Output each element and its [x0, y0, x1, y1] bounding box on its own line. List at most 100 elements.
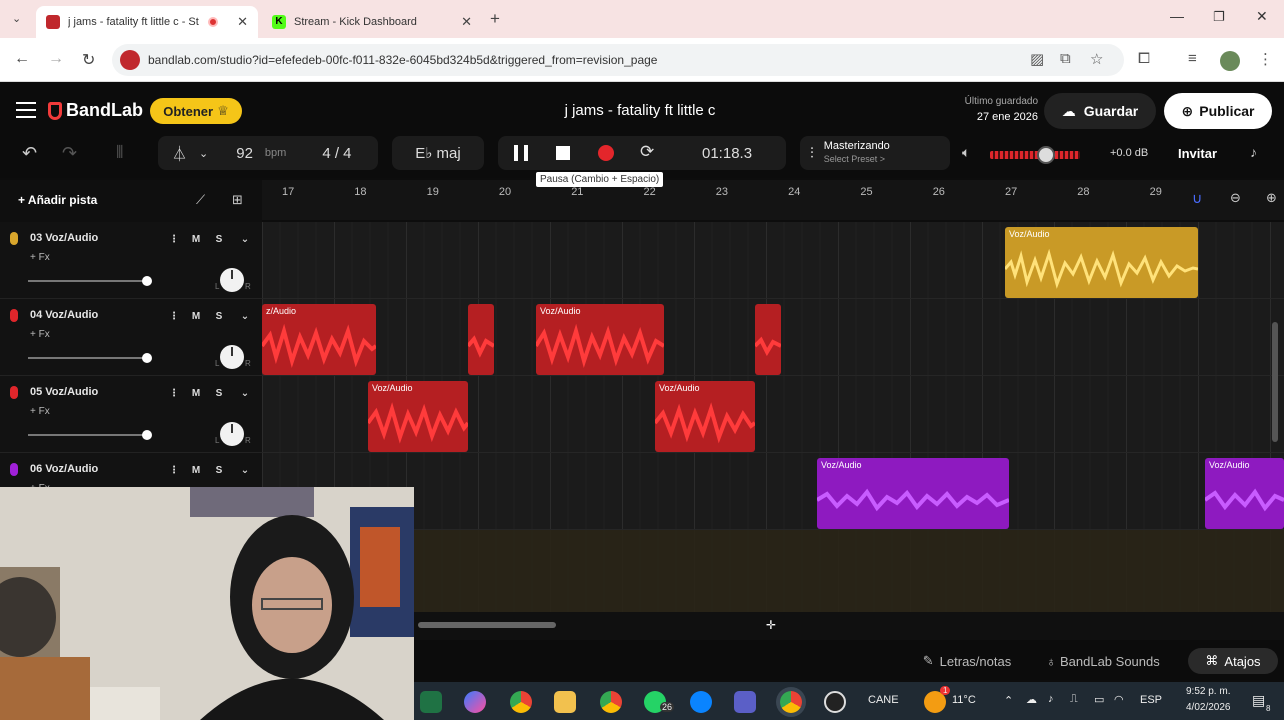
audio-clip[interactable]: Voz/Audio	[817, 458, 1009, 529]
publish-button[interactable]: ⊕ Publicar	[1164, 93, 1272, 129]
mixer-icon[interactable]: ⦀	[116, 143, 123, 163]
menu-kebab-icon[interactable]: ⋮	[1258, 50, 1273, 68]
track-name[interactable]: 06 Voz/Audio	[30, 463, 98, 475]
close-tab-icon[interactable]: ✕	[237, 14, 248, 30]
reload-icon[interactable]: ↻	[82, 50, 95, 70]
track-name[interactable]: 04 Voz/Audio	[30, 309, 98, 321]
translate-icon[interactable]: ▨	[1030, 50, 1044, 68]
mastering-button[interactable]: ⫶ Masterizando Select Preset >	[800, 136, 950, 170]
solo-button[interactable]: S	[210, 230, 228, 248]
track-lane-03[interactable]: Voz/Audio	[262, 222, 1284, 299]
chevron-down-icon[interactable]: ⌄	[236, 307, 254, 325]
track-volume-slider[interactable]	[28, 276, 152, 286]
zoom-in-icon[interactable]: ⊕	[1266, 190, 1277, 206]
solo-button[interactable]: S	[210, 461, 228, 479]
obs-icon[interactable]	[824, 691, 846, 713]
audio-clip[interactable]: Voz/Audio	[655, 381, 755, 452]
back-icon[interactable]: ←	[14, 50, 30, 68]
track-lane-05[interactable]: Voz/Audio Voz/Audio	[262, 376, 1284, 453]
pan-knob[interactable]	[220, 345, 244, 369]
loop-icon[interactable]: ⟳	[640, 142, 654, 162]
bpm-input[interactable]: 92	[236, 145, 253, 162]
excel-icon[interactable]	[420, 691, 442, 713]
tray-chevron-icon[interactable]: ⌃	[1004, 694, 1013, 707]
bandlab-logo[interactable]: BandLab	[48, 100, 143, 121]
notification-bell-icon[interactable]: ♪	[1250, 144, 1257, 160]
install-icon[interactable]: ⧉	[1060, 50, 1071, 67]
automation-icon[interactable]: ⟋	[196, 192, 205, 208]
pan-knob[interactable]	[220, 268, 244, 292]
stop-icon[interactable]	[556, 146, 570, 160]
add-track-button[interactable]: + Añadir pista	[18, 193, 97, 207]
copilot-icon[interactable]	[464, 691, 486, 713]
zoom-out-icon[interactable]: ⊖	[1230, 190, 1241, 206]
file-explorer-icon[interactable]	[554, 691, 576, 713]
audio-clip[interactable]: z/Audio	[262, 304, 376, 375]
close-tab-icon[interactable]: ✕	[461, 14, 472, 30]
track-lane-04[interactable]: z/Audio Voz/Audio	[262, 299, 1284, 376]
track-menu-icon[interactable]: ⋮	[165, 307, 183, 325]
slider-thumb[interactable]	[142, 276, 152, 286]
track-header-05[interactable]: 05 Voz/Audio + Fx ⋮ M S ⌄ L R	[0, 376, 262, 453]
audio-clip[interactable]: Voz/Audio	[1005, 227, 1198, 298]
audio-clip[interactable]	[468, 304, 494, 375]
pan-knob[interactable]	[220, 422, 244, 446]
new-tab-button[interactable]: +	[490, 9, 500, 29]
invite-button[interactable]: Invitar	[1178, 146, 1217, 161]
chevron-down-icon[interactable]: ⌄	[236, 461, 254, 479]
record-icon[interactable]	[598, 145, 614, 161]
browser-icon[interactable]	[690, 691, 712, 713]
metronome-icon[interactable]: ⏃	[172, 143, 187, 164]
track-volume-slider[interactable]	[28, 430, 152, 440]
slider-thumb[interactable]	[142, 353, 152, 363]
track-menu-icon[interactable]: ⋮	[165, 230, 183, 248]
speaker-icon[interactable]: 🔈︎	[962, 144, 970, 161]
track-header-04[interactable]: 04 Voz/Audio + Fx ⋮ M S ⌄ L R	[0, 299, 262, 376]
time-signature[interactable]: 4 / 4	[322, 145, 351, 162]
save-button[interactable]: ☁ Guardar	[1044, 93, 1156, 129]
chrome-profile-icon[interactable]	[600, 691, 622, 713]
undo-icon[interactable]: ↶	[22, 143, 37, 164]
extensions-icon[interactable]: ⧠	[1138, 50, 1150, 67]
taskbar-cane-label[interactable]: CANE	[868, 694, 899, 706]
solo-button[interactable]: S	[210, 307, 228, 325]
close-window-icon[interactable]: ✕	[1256, 8, 1268, 25]
fx-button[interactable]: + Fx	[30, 329, 50, 340]
metronome-options-chevron-icon[interactable]: ⌄	[199, 147, 208, 160]
track-menu-icon[interactable]: ⋮	[165, 461, 183, 479]
track-name[interactable]: 03 Voz/Audio	[30, 232, 98, 244]
profile-avatar[interactable]	[1220, 51, 1240, 71]
redo-icon[interactable]: ↷	[62, 143, 77, 164]
chevron-down-icon[interactable]: ⌄	[236, 230, 254, 248]
fx-button[interactable]: + Fx	[30, 252, 50, 263]
temperature[interactable]: 11°C	[952, 694, 976, 706]
mute-button[interactable]: M	[187, 307, 205, 325]
volume-thumb[interactable]	[1036, 146, 1055, 164]
hamburger-menu-icon[interactable]	[16, 102, 36, 118]
tab-kick[interactable]: K Stream - Kick Dashboard ✕	[262, 6, 482, 38]
battery-tray-icon[interactable]: ▭	[1094, 693, 1104, 706]
notifications-icon[interactable]: ▤	[1252, 692, 1265, 709]
audio-clip[interactable]: Voz/Audio	[368, 381, 468, 452]
vertical-scrollbar[interactable]	[1272, 322, 1278, 442]
media-control-icon[interactable]: ≡	[1188, 50, 1197, 67]
usb-tray-icon[interactable]: ⎍	[1070, 693, 1078, 706]
mute-button[interactable]: M	[187, 230, 205, 248]
minimize-icon[interactable]: —	[1170, 8, 1184, 24]
slider-thumb[interactable]	[142, 430, 152, 440]
audio-clip[interactable]	[755, 304, 781, 375]
clock-time[interactable]: 9:52 p. m.	[1186, 686, 1230, 697]
snap-settings-icon[interactable]: ⊞	[232, 192, 243, 208]
project-title[interactable]: j jams - fatality ft little c	[440, 102, 840, 119]
bookmark-star-icon[interactable]: ☆	[1090, 50, 1103, 68]
track-lane-06[interactable]: Voz/Audio Voz/Audio	[262, 453, 1284, 530]
language-indicator[interactable]: ESP	[1140, 694, 1162, 706]
teams-icon[interactable]	[734, 691, 756, 713]
lyrics-notes-button[interactable]: ✎ Letras/notas	[904, 648, 1030, 674]
forward-icon[interactable]: →	[48, 50, 64, 68]
pause-icon[interactable]	[514, 145, 528, 161]
magnet-snap-icon[interactable]: ∪	[1192, 190, 1202, 207]
wifi-tray-icon[interactable]: ◠	[1114, 693, 1124, 706]
tab-list-chevron-icon[interactable]: ⌄	[12, 12, 21, 25]
fx-button[interactable]: + Fx	[30, 406, 50, 417]
